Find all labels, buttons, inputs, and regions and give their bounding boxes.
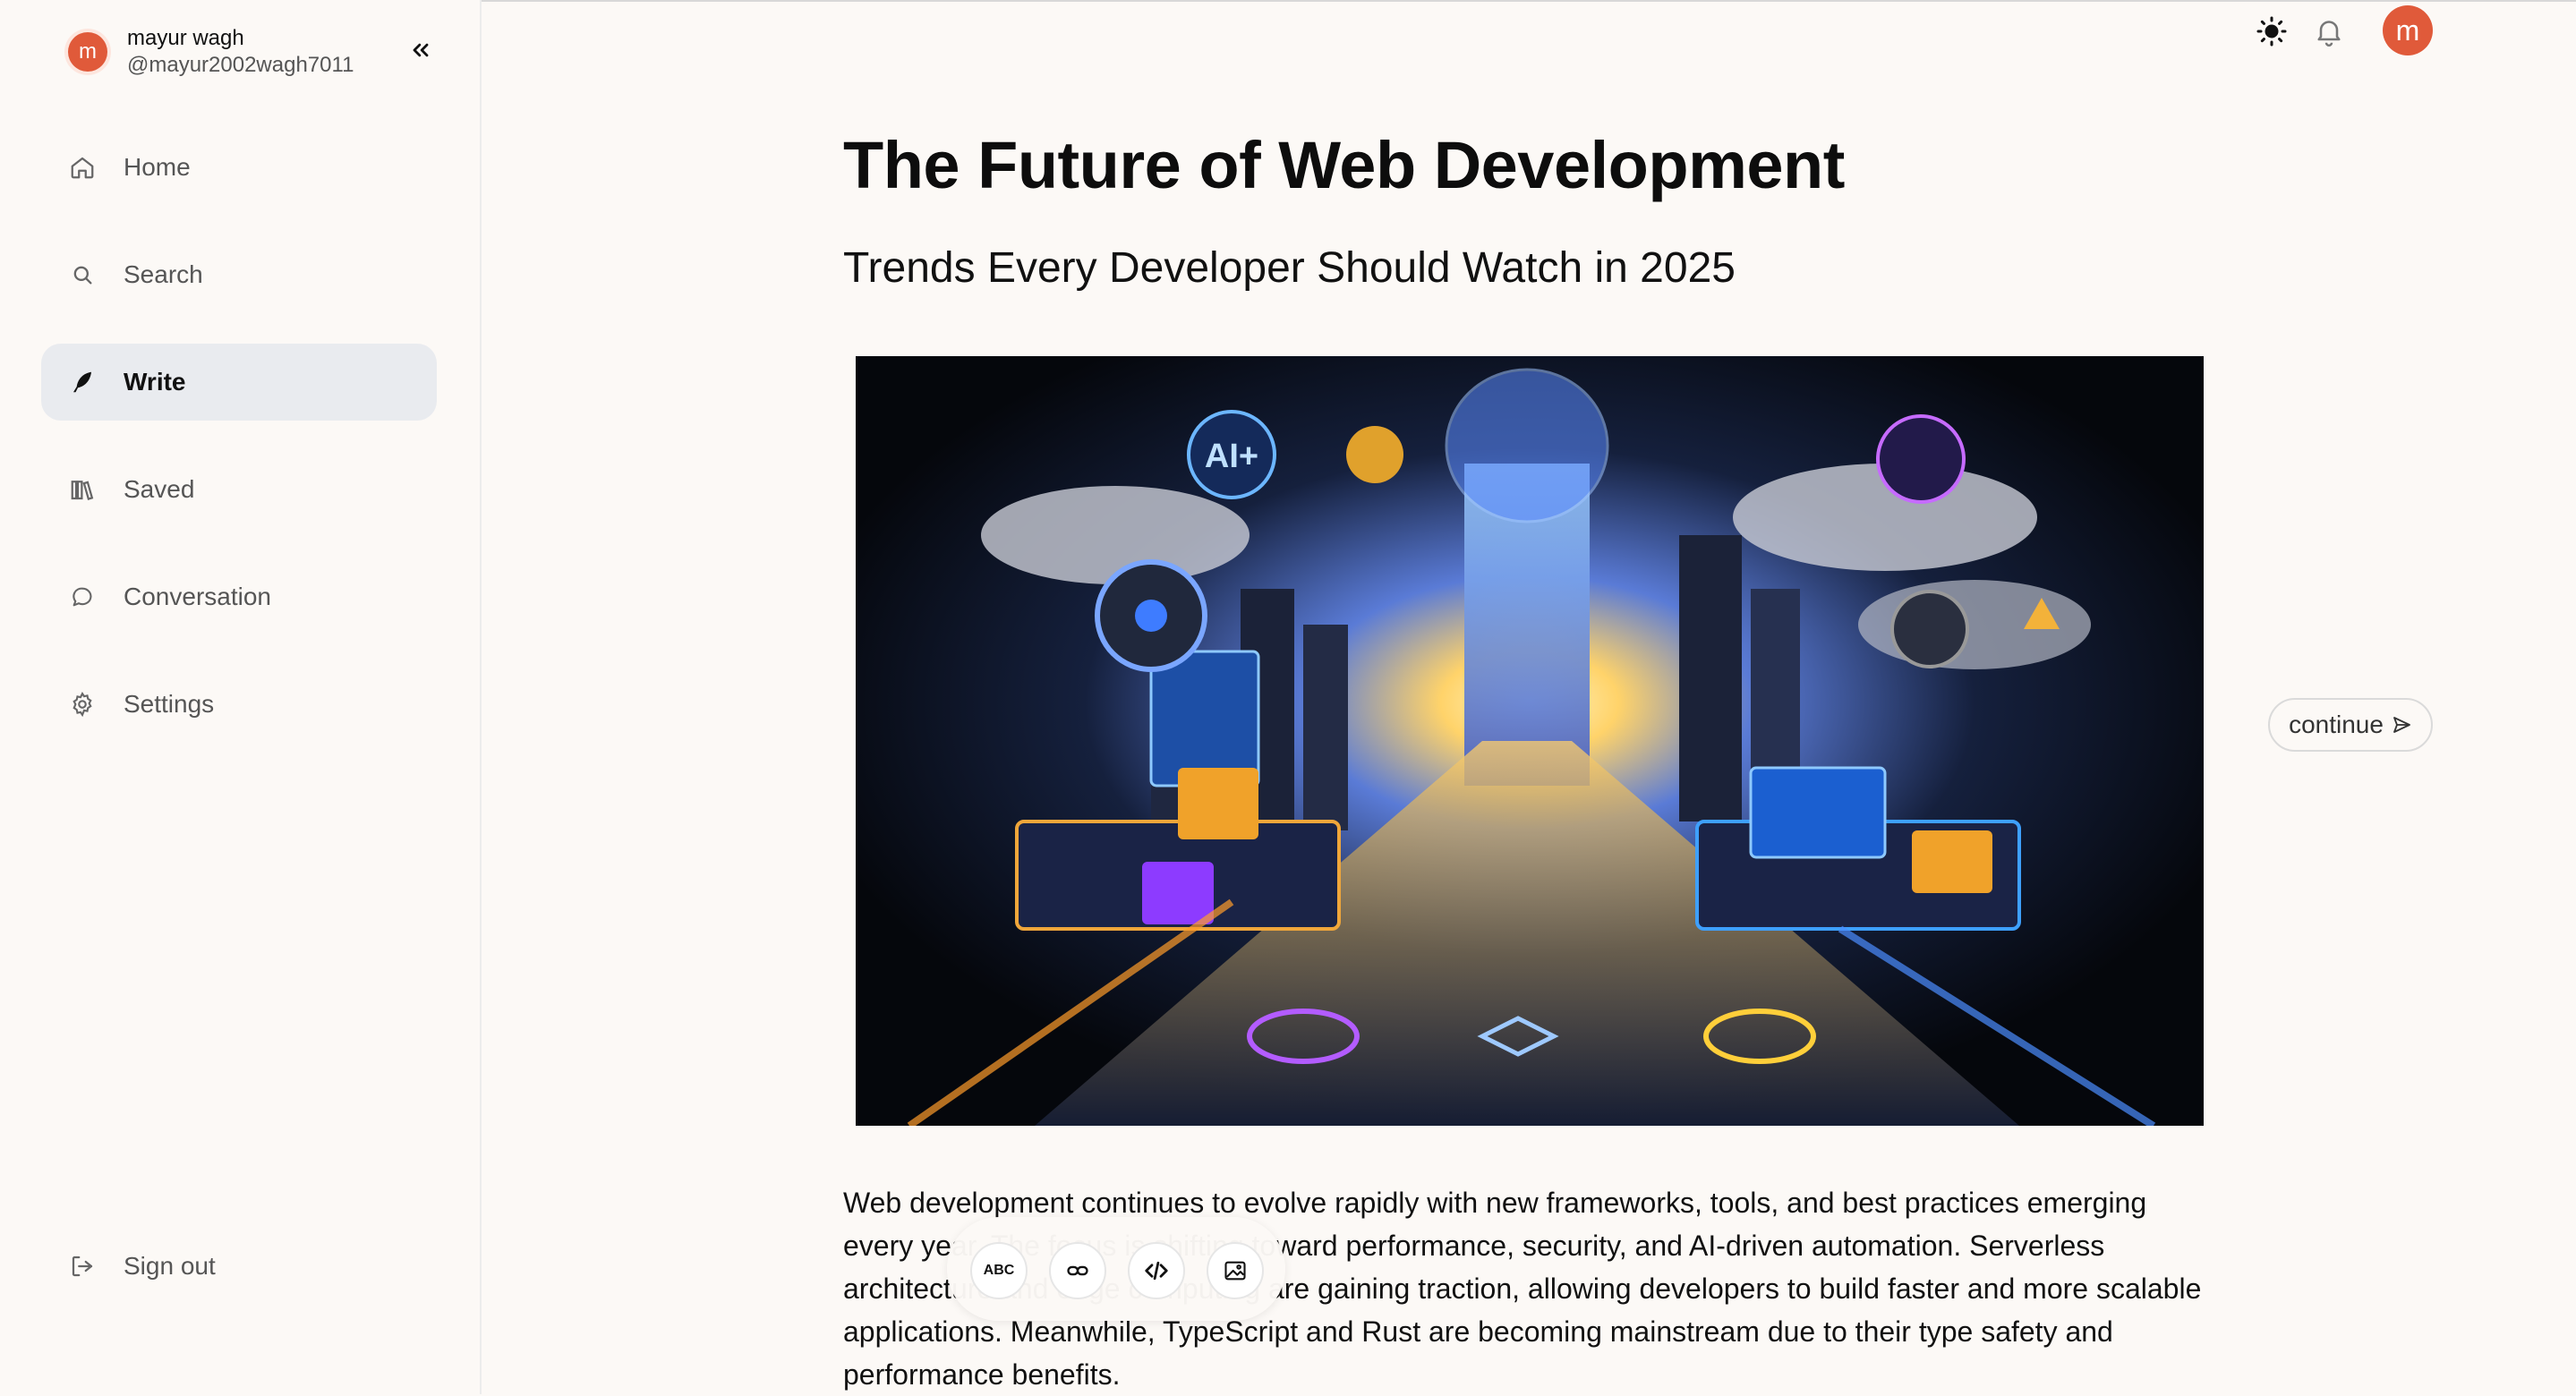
link-icon xyxy=(1067,1265,1088,1276)
sidebar-item-label: Conversation xyxy=(124,583,271,610)
sidebar-item-label: Home xyxy=(124,153,191,181)
image-icon xyxy=(1224,1261,1246,1281)
user-avatar[interactable]: m xyxy=(2383,5,2433,55)
image-button[interactable] xyxy=(1207,1242,1264,1299)
article-title[interactable]: The Future of Web Development xyxy=(843,116,2222,215)
bell-icon[interactable] xyxy=(2313,15,2345,47)
sidebar-item-write[interactable]: Write xyxy=(41,344,437,421)
home-icon xyxy=(68,153,97,182)
continue-button[interactable]: continue xyxy=(2268,698,2433,752)
article-subtitle[interactable]: Trends Every Developer Should Watch in 2… xyxy=(843,242,2222,295)
continue-label: continue xyxy=(2289,711,2384,738)
sidebar-item-settings[interactable]: Settings xyxy=(41,666,437,743)
spellcheck-button[interactable]: ABC xyxy=(970,1242,1028,1299)
feather-icon xyxy=(68,368,97,396)
search-icon xyxy=(68,260,97,289)
sidebar-item-search[interactable]: Search xyxy=(41,236,437,313)
sidebar-item-label: Sign out xyxy=(124,1252,216,1280)
article-editor: The Future of Web Development Trends Eve… xyxy=(843,116,2222,1391)
chat-bubble-icon xyxy=(68,583,97,611)
sidebar-item-saved[interactable]: Saved xyxy=(41,451,437,528)
profile-name: mayur wagh xyxy=(127,26,244,50)
code-button[interactable] xyxy=(1128,1242,1185,1299)
avatar[interactable]: m xyxy=(68,32,107,72)
svg-text:AI+: AI+ xyxy=(1205,438,1258,475)
sidebar-item-label: Search xyxy=(124,260,203,288)
spellcheck-icon: ABC xyxy=(983,1263,1015,1278)
library-icon xyxy=(68,475,97,504)
profile-text: mayur wagh @mayur2002wagh7011 xyxy=(127,25,354,79)
profile-handle: @mayur2002wagh7011 xyxy=(127,53,354,77)
chevrons-left-icon xyxy=(413,43,429,57)
sun-icon[interactable] xyxy=(2256,15,2288,47)
sidebar-item-label: Settings xyxy=(124,690,215,718)
gear-icon xyxy=(68,690,97,719)
link-button[interactable] xyxy=(1049,1242,1106,1299)
sidebar-item-label: Saved xyxy=(124,475,195,503)
send-icon xyxy=(2393,717,2410,733)
sidebar: m mayur wagh @mayur2002wagh7011 Home Sea… xyxy=(0,0,482,1394)
sidebar-item-label: Write xyxy=(124,368,186,396)
sidebar-item-conversation[interactable]: Conversation xyxy=(41,558,437,635)
code-icon xyxy=(1145,1261,1168,1281)
collapse-sidebar-button[interactable] xyxy=(405,34,437,66)
insert-toolbar: ABC xyxy=(947,1217,1285,1321)
user-profile[interactable]: m mayur wagh @mayur2002wagh7011 xyxy=(68,25,354,79)
hero-image: AI+ xyxy=(856,356,2204,1126)
sign-out-icon xyxy=(68,1252,97,1281)
sidebar-item-home[interactable]: Home xyxy=(41,129,437,206)
sidebar-item-sign-out[interactable]: Sign out xyxy=(41,1228,437,1305)
